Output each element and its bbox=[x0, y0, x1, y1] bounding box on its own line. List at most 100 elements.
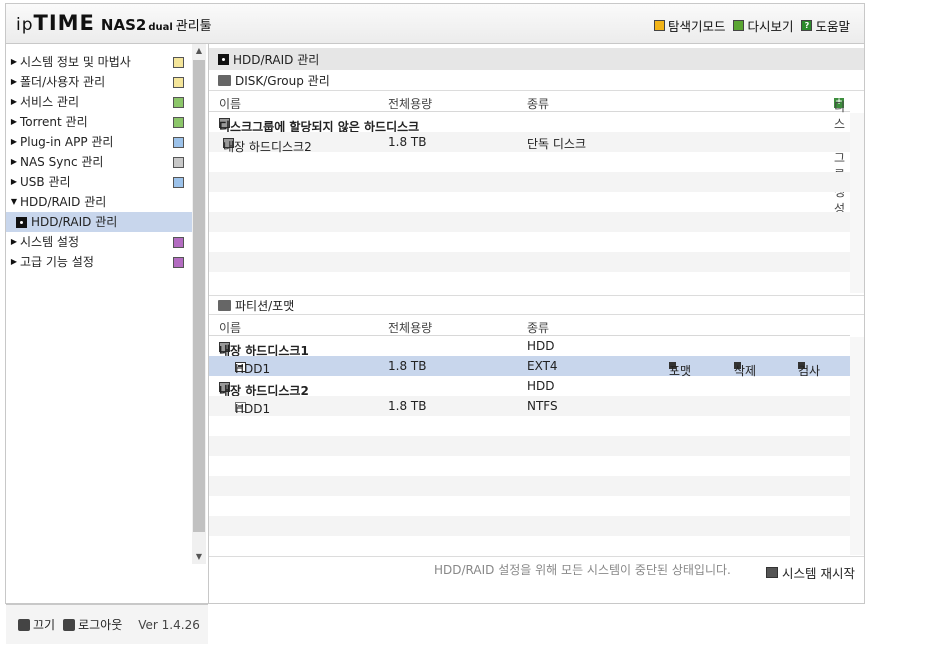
table-row-empty bbox=[209, 252, 850, 272]
folder-icon bbox=[173, 77, 184, 88]
sidebar-scrollbar[interactable]: ▲ ▼ bbox=[192, 44, 206, 564]
col-type: 종류 bbox=[527, 97, 550, 111]
partition-scrollbar[interactable] bbox=[850, 337, 864, 555]
disk-type: 단독 디스크 bbox=[527, 137, 587, 151]
table-row-disk1[interactable]: 내장 하드디스크1 HDD bbox=[209, 336, 850, 358]
refresh-label: 다시보기 bbox=[747, 19, 794, 34]
table-row-disk1-hdd1[interactable]: HDD1 1.8 TB EXT4 포맷 삭제 검사 bbox=[209, 356, 850, 378]
logo-time: TIME bbox=[33, 11, 95, 35]
power-off-button[interactable]: 끄기 bbox=[18, 616, 55, 633]
sidebar: ▶ 시스템 정보 및 마법사 ▶ 폴더/사용자 관리 ▶ 서비스 관리 ▶ To… bbox=[6, 44, 208, 644]
help-link[interactable]: ? 도움말 bbox=[801, 16, 850, 35]
disk-group-scrollbar[interactable] bbox=[850, 113, 864, 293]
table-row-empty bbox=[209, 232, 850, 252]
disk-group-section-title: DISK/Group 관리 bbox=[209, 71, 864, 91]
chart-icon bbox=[173, 57, 184, 68]
table-row[interactable]: 내장 하드디스크2 1.8 TB 단독 디스크 bbox=[209, 132, 850, 154]
main-panel: HDD/RAID 관리 DISK/Group 관리 이름 전체용량 종류 + 디… bbox=[208, 44, 864, 603]
table-row-unassigned[interactable]: 디스크그룹에 할당되지 않은 하드디스크 bbox=[209, 112, 850, 134]
app-window: ip TIME NAS2 dual 관리툴 탐색기모드 다시보기 ? 도움말 ▶… bbox=[5, 3, 865, 644]
table-row-empty bbox=[209, 476, 850, 496]
sidebar-subitem-hdd-raid[interactable]: HDD/RAID 관리 bbox=[6, 212, 192, 232]
sidebar-item-label: 서비스 관리 bbox=[20, 95, 80, 109]
table-row-empty bbox=[209, 456, 850, 476]
disk1-type: HDD bbox=[527, 339, 555, 353]
logo-tool: 관리툴 bbox=[175, 19, 212, 34]
partition-rows: 내장 하드디스크1 HDD HDD1 1.8 TB EXT4 포맷 삭제 검사 … bbox=[209, 336, 850, 556]
caret-down-icon: ▼ bbox=[10, 197, 18, 206]
caret-right-icon: ▶ bbox=[10, 157, 18, 166]
table-row-empty bbox=[209, 172, 850, 192]
hdd1-capacity: 1.8 TB bbox=[388, 359, 427, 373]
sidebar-item-advanced[interactable]: ▶ 고급 기능 설정 bbox=[6, 252, 192, 272]
caret-right-icon: ▶ bbox=[10, 77, 18, 86]
scroll-thumb[interactable] bbox=[193, 60, 205, 532]
caret-right-icon: ▶ bbox=[10, 117, 18, 126]
sidebar-item-nas-sync[interactable]: ▶ NAS Sync 관리 bbox=[6, 152, 192, 172]
logout-button[interactable]: 로그아웃 bbox=[63, 616, 122, 633]
caret-right-icon: ▶ bbox=[10, 237, 18, 246]
sidebar-item-label: USB 관리 bbox=[20, 175, 71, 189]
scroll-up-icon[interactable]: ▲ bbox=[192, 44, 206, 58]
logo-ip: ip bbox=[16, 15, 34, 35]
sidebar-item-label: 고급 기능 설정 bbox=[20, 255, 94, 269]
power-off-label: 끄기 bbox=[33, 618, 56, 632]
sidebar-item-system-settings[interactable]: ▶ 시스템 설정 bbox=[6, 232, 192, 252]
power-icon bbox=[18, 618, 30, 631]
table-row-empty bbox=[209, 272, 850, 292]
table-row-disk2[interactable]: 내장 하드디스크2 HDD bbox=[209, 376, 850, 398]
sidebar-nav: ▶ 시스템 정보 및 마법사 ▶ 폴더/사용자 관리 ▶ 서비스 관리 ▶ To… bbox=[6, 52, 192, 272]
sidebar-item-plugin-app[interactable]: ▶ Plug-in APP 관리 bbox=[6, 132, 192, 152]
disk-group-table: 이름 전체용량 종류 + 디스크그룹 생성 디스크그룹에 할당되지 않은 하드디… bbox=[209, 92, 850, 292]
sidebar-item-usb[interactable]: ▶ USB 관리 bbox=[6, 172, 192, 192]
main-footer: HDD/RAID 설정을 위해 모든 시스템이 중단된 상태입니다. 시스템 재… bbox=[209, 556, 864, 603]
advanced-icon bbox=[173, 257, 184, 268]
plugin-icon bbox=[173, 137, 184, 148]
table-row-disk2-hdd1[interactable]: HDD1 1.8 TB NTFS bbox=[209, 396, 850, 416]
table-row-empty bbox=[209, 152, 850, 172]
sidebar-item-label: 폴더/사용자 관리 bbox=[20, 75, 106, 89]
table-row-empty bbox=[209, 536, 850, 556]
sidebar-item-label: 시스템 정보 및 마법사 bbox=[20, 55, 131, 69]
disk-capacity: 1.8 TB bbox=[388, 135, 427, 149]
disk-group-title-text: DISK/Group 관리 bbox=[235, 74, 330, 88]
table-row-empty bbox=[209, 192, 850, 212]
caret-right-icon: ▶ bbox=[10, 57, 18, 66]
system-restart-button[interactable]: 시스템 재시작 bbox=[766, 563, 855, 582]
sidebar-item-hdd-raid[interactable]: ▼ HDD/RAID 관리 bbox=[6, 192, 192, 212]
sync-icon bbox=[173, 157, 184, 168]
hdd1-name: HDD1 bbox=[235, 362, 271, 376]
logout-label: 로그아웃 bbox=[78, 618, 123, 632]
col-capacity: 전체용량 bbox=[388, 97, 433, 111]
col-name: 이름 bbox=[219, 321, 242, 335]
partition-table-header: 이름 전체용량 종류 bbox=[209, 316, 850, 336]
torrent-icon bbox=[173, 117, 184, 128]
table-row-empty bbox=[209, 496, 850, 516]
partition-title-text: 파티션/포맷 bbox=[235, 298, 295, 313]
sidebar-item-label: HDD/RAID 관리 bbox=[20, 195, 107, 209]
sidebar-item-system-info[interactable]: ▶ 시스템 정보 및 마법사 bbox=[6, 52, 192, 72]
header-bar: ip TIME NAS2 dual 관리툴 탐색기모드 다시보기 ? 도움말 bbox=[6, 4, 864, 44]
partition-icon bbox=[218, 299, 231, 311]
page-title-text: HDD/RAID 관리 bbox=[233, 52, 320, 67]
caret-right-icon: ▶ bbox=[10, 177, 18, 186]
settings-icon bbox=[173, 237, 184, 248]
disk-group-table-header: 이름 전체용량 종류 + 디스크그룹 생성 bbox=[209, 92, 850, 216]
sidebar-item-service[interactable]: ▶ 서비스 관리 bbox=[6, 92, 192, 112]
table-row-empty bbox=[209, 416, 850, 436]
scroll-down-icon[interactable]: ▼ bbox=[192, 550, 206, 564]
partition-table: 이름 전체용량 종류 내장 하드디스크1 HDD HDD1 1.8 TB EXT… bbox=[209, 316, 850, 556]
service-icon bbox=[173, 97, 184, 108]
table-row-empty bbox=[209, 212, 850, 232]
refresh-icon bbox=[733, 20, 745, 31]
col-capacity: 전체용량 bbox=[388, 321, 433, 335]
help-icon: ? bbox=[801, 20, 813, 31]
hdd1-capacity: 1.8 TB bbox=[388, 399, 427, 413]
explorer-mode-link[interactable]: 탐색기모드 bbox=[653, 16, 725, 35]
logo-dual: dual bbox=[148, 22, 173, 33]
version-text: Ver 1.4.26 bbox=[138, 617, 200, 632]
sidebar-item-folder-user[interactable]: ▶ 폴더/사용자 관리 bbox=[6, 72, 192, 92]
folder-icon bbox=[653, 20, 665, 31]
refresh-link[interactable]: 다시보기 bbox=[733, 16, 793, 35]
sidebar-item-torrent[interactable]: ▶ Torrent 관리 bbox=[6, 112, 192, 132]
